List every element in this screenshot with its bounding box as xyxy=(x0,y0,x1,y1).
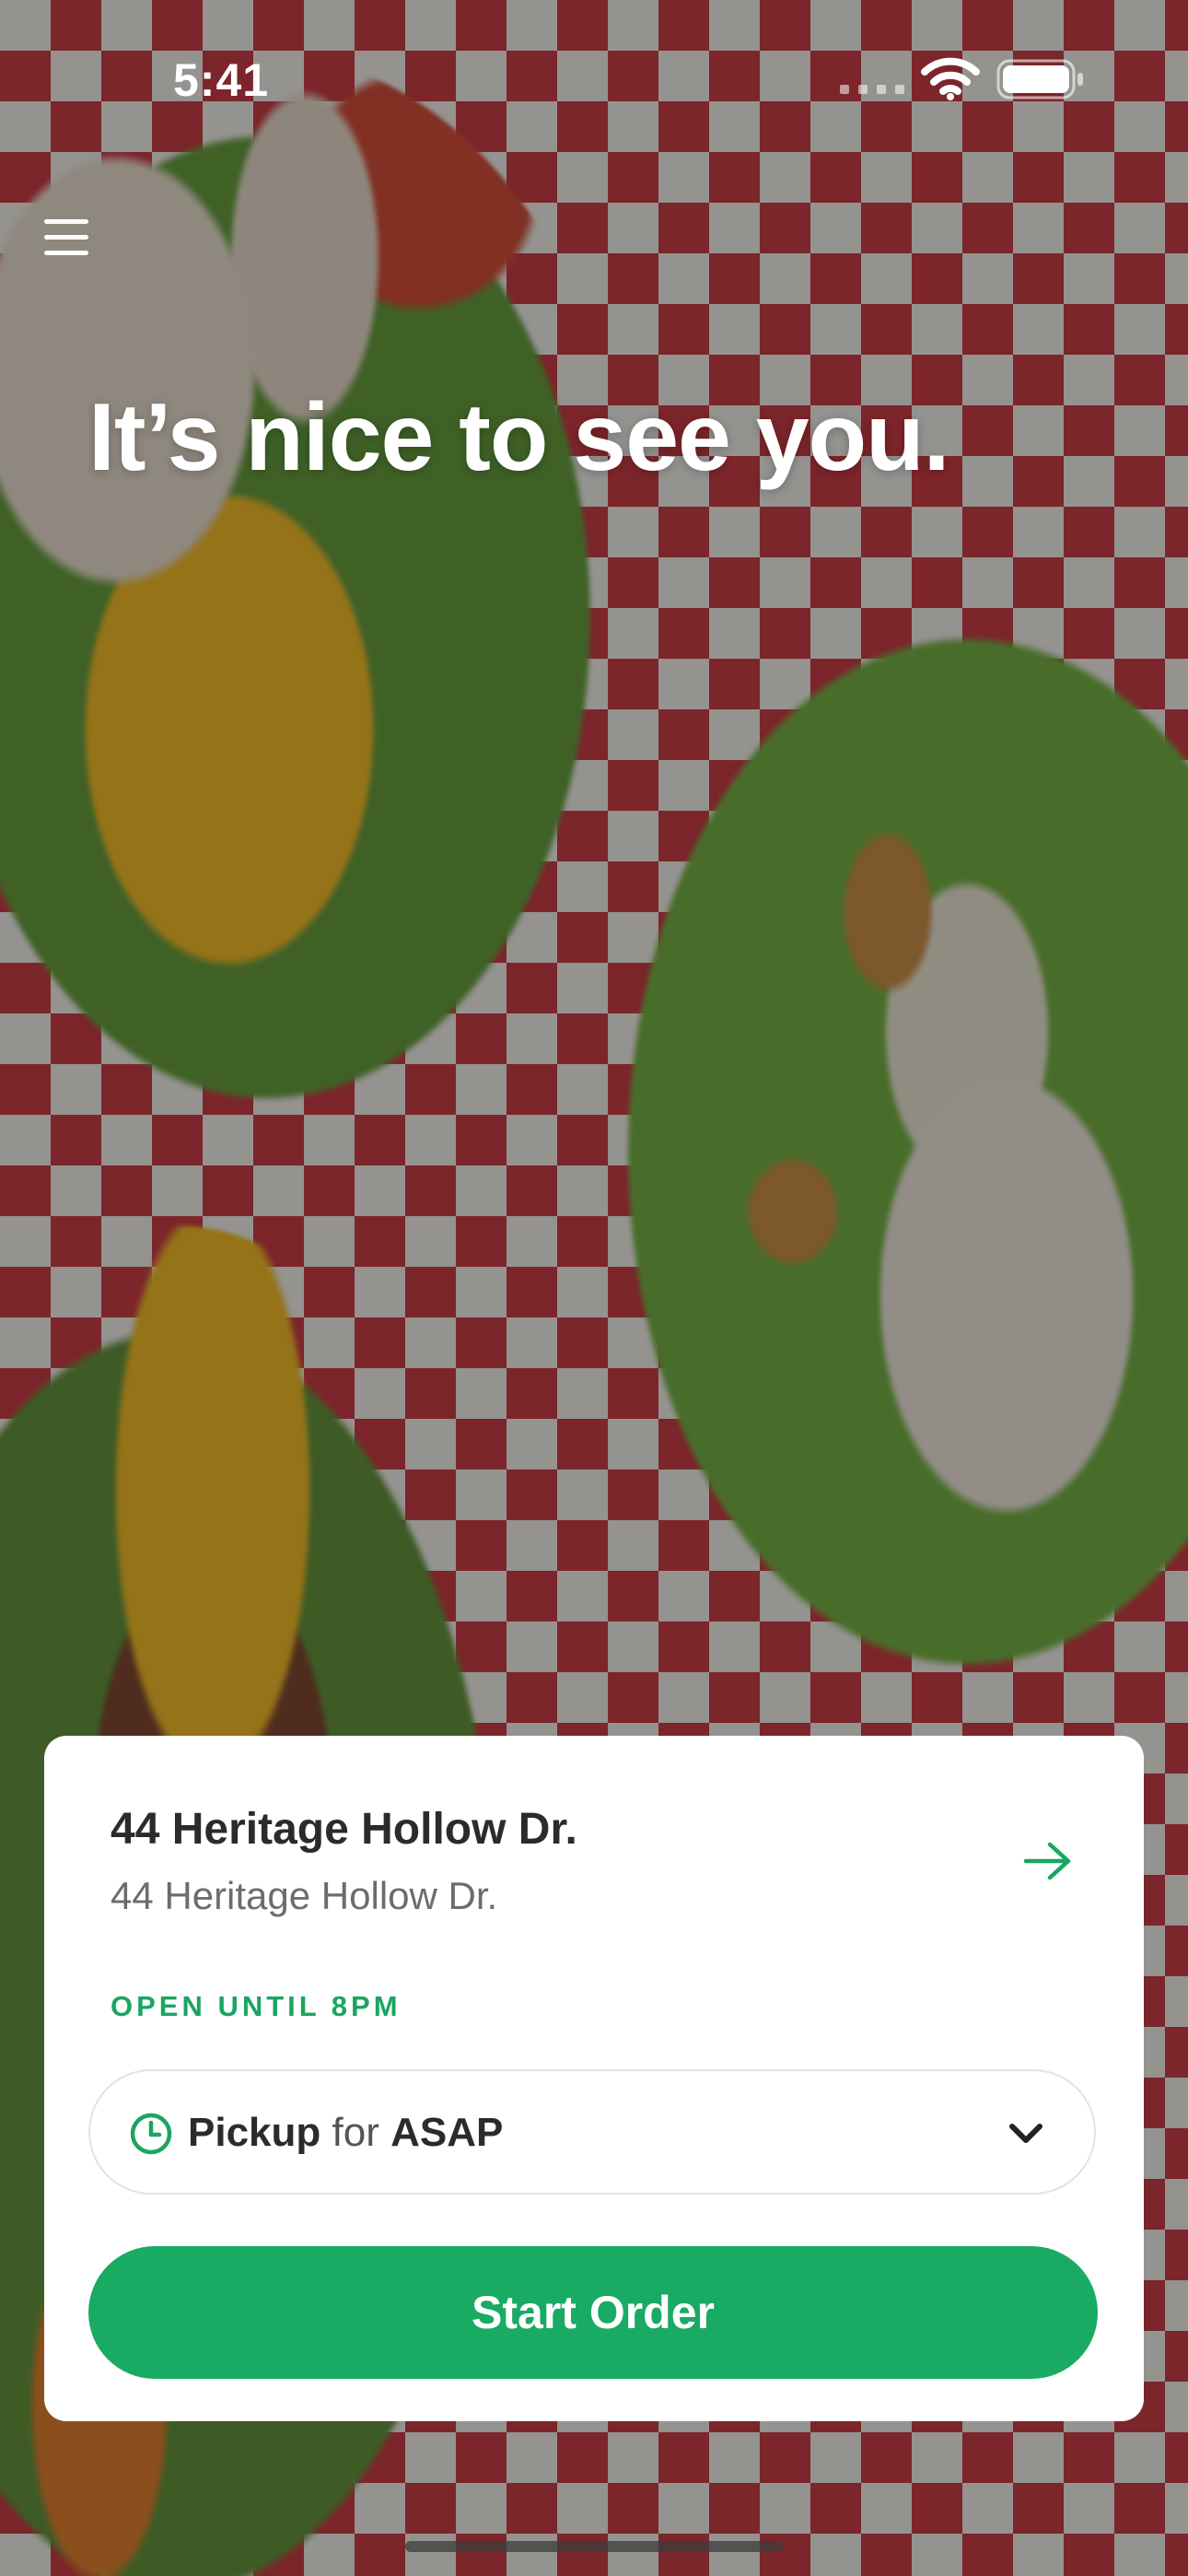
location-name: 44 Heritage Hollow Dr. xyxy=(111,1805,577,1854)
battery-icon xyxy=(996,59,1083,100)
start-order-button[interactable]: Start Order xyxy=(88,2246,1098,2379)
hamburger-menu-icon xyxy=(44,235,88,240)
order-type-dropdown[interactable]: Pickup for ASAP xyxy=(88,2069,1096,2195)
clock-icon xyxy=(130,2113,172,2155)
order-time: ASAP xyxy=(390,2110,504,2155)
chevron-down-icon xyxy=(1009,2124,1042,2143)
arrow-right-icon[interactable] xyxy=(1022,1839,1074,1883)
wifi-icon xyxy=(921,57,980,100)
order-mode: Pickup xyxy=(188,2110,321,2155)
hamburger-menu-icon xyxy=(44,219,88,224)
signal-icon xyxy=(840,85,904,94)
order-connector: for xyxy=(332,2110,379,2155)
home-indicator xyxy=(405,2541,783,2552)
menu-button[interactable] xyxy=(37,208,96,267)
hamburger-menu-icon xyxy=(44,251,88,255)
order-type-value: Pickup for ASAP xyxy=(188,2110,503,2156)
greeting-heading: It’s nice to see you. xyxy=(88,384,950,491)
status-time: 5:41 xyxy=(173,54,270,106)
location-address: 44 Heritage Hollow Dr. xyxy=(111,1874,498,1917)
status-bar: 5:41 xyxy=(0,0,1188,157)
location-card: 44 Heritage Hollow Dr. 44 Heritage Hollo… xyxy=(44,1736,1144,2421)
open-status-label: OPEN UNTIL 8PM xyxy=(111,1990,402,2022)
app-screen: 5:41 It’s nice to see you. 44 Heritage H… xyxy=(0,0,1188,2576)
